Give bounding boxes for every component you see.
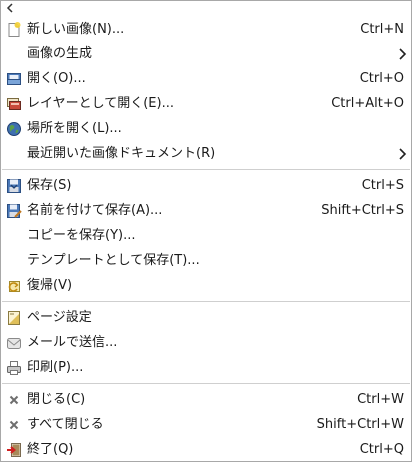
menu-item-open-location[interactable]: 場所を開く(L)... bbox=[1, 117, 411, 141]
menu-item-label: 閉じる(C) bbox=[27, 392, 86, 407]
menu-item-label: 最近開いた画像ドキュメント(R) bbox=[27, 146, 216, 161]
shortcut-label: Ctrl+O bbox=[359, 71, 404, 86]
tearoff-arrow-icon[interactable] bbox=[1, 1, 21, 15]
menu-item-page-setup[interactable]: ページ設定 bbox=[1, 306, 411, 330]
menu-item-label: メールで送信... bbox=[27, 335, 118, 350]
menu-item-label: すべて閉じる bbox=[27, 417, 104, 432]
shortcut-label: Ctrl+N bbox=[360, 22, 404, 37]
menu-item-revert[interactable]: 復帰(V) bbox=[1, 274, 411, 298]
shortcut-label: Shift+Ctrl+S bbox=[321, 203, 404, 218]
menu-item-label: コピーを保存(Y)... bbox=[27, 228, 136, 243]
open-icon bbox=[6, 71, 22, 87]
close-icon bbox=[6, 392, 22, 408]
save-icon bbox=[6, 178, 22, 194]
menu-item-save-a-copy[interactable]: コピーを保存(Y)... bbox=[1, 224, 411, 248]
menu-item-open[interactable]: 開く(O)... Ctrl+O bbox=[1, 67, 411, 91]
menu-separator bbox=[2, 301, 410, 302]
open-as-layers-icon bbox=[6, 96, 22, 112]
menu-item-label: 印刷(P)... bbox=[27, 360, 84, 375]
menu-item-label: 新しい画像(N)... bbox=[27, 22, 125, 37]
menu-item-label: ページ設定 bbox=[27, 310, 92, 325]
menu-separator bbox=[2, 383, 410, 384]
menu-item-label: 開く(O)... bbox=[27, 71, 86, 86]
menu-item-save[interactable]: 保存(S) Ctrl+S bbox=[1, 174, 411, 198]
menu-item-label: テンプレートとして保存(T)... bbox=[27, 253, 200, 268]
submenu-arrow-icon bbox=[397, 46, 407, 62]
shortcut-label: Ctrl+Alt+O bbox=[331, 96, 404, 111]
shortcut-label: Ctrl+S bbox=[361, 178, 404, 193]
print-icon bbox=[6, 360, 22, 376]
new-image-icon bbox=[6, 22, 22, 38]
menu-item-open-recent[interactable]: 最近開いた画像ドキュメント(R) bbox=[1, 142, 411, 166]
menu-item-label: 画像の生成 bbox=[27, 46, 93, 61]
save-as-icon bbox=[6, 203, 22, 219]
menu-item-create[interactable]: 画像の生成 bbox=[1, 42, 411, 66]
menu-item-save-as-template[interactable]: テンプレートとして保存(T)... bbox=[1, 249, 411, 273]
menu-item-close-all[interactable]: すべて閉じる Shift+Ctrl+W bbox=[1, 413, 411, 437]
page-setup-icon bbox=[6, 310, 22, 326]
menu-separator bbox=[2, 169, 410, 170]
menu-item-label: 名前を付けて保存(A)... bbox=[27, 203, 163, 218]
menu-item-close[interactable]: 閉じる(C) Ctrl+W bbox=[1, 388, 411, 412]
shortcut-label: Ctrl+Q bbox=[359, 442, 404, 457]
menu-item-send-by-email[interactable]: メールで送信... bbox=[1, 331, 411, 355]
close-all-icon bbox=[6, 417, 22, 433]
revert-icon bbox=[6, 278, 22, 294]
shortcut-label: Ctrl+W bbox=[357, 392, 404, 407]
submenu-arrow-icon bbox=[397, 146, 407, 162]
menu-item-label: レイヤーとして開く(E)... bbox=[27, 96, 174, 111]
globe-icon bbox=[6, 121, 22, 137]
file-menu: 新しい画像(N)... Ctrl+N 画像の生成 開く(O)... Ctrl+O bbox=[0, 0, 412, 462]
menu-item-save-as[interactable]: 名前を付けて保存(A)... Shift+Ctrl+S bbox=[1, 199, 411, 223]
menu-item-label: 保存(S) bbox=[27, 178, 72, 193]
menu-item-print[interactable]: 印刷(P)... bbox=[1, 356, 411, 380]
menu-item-label: 場所を開く(L)... bbox=[27, 121, 122, 136]
menu-item-label: 終了(Q) bbox=[27, 442, 74, 457]
mail-icon bbox=[6, 335, 22, 351]
shortcut-label: Shift+Ctrl+W bbox=[316, 417, 404, 432]
quit-icon bbox=[6, 442, 22, 458]
menu-item-quit[interactable]: 終了(Q) Ctrl+Q bbox=[1, 438, 411, 462]
menu-item-open-as-layers[interactable]: レイヤーとして開く(E)... Ctrl+Alt+O bbox=[1, 92, 411, 116]
menu-item-label: 復帰(V) bbox=[27, 278, 73, 293]
menu-item-new-image[interactable]: 新しい画像(N)... Ctrl+N bbox=[1, 18, 411, 42]
